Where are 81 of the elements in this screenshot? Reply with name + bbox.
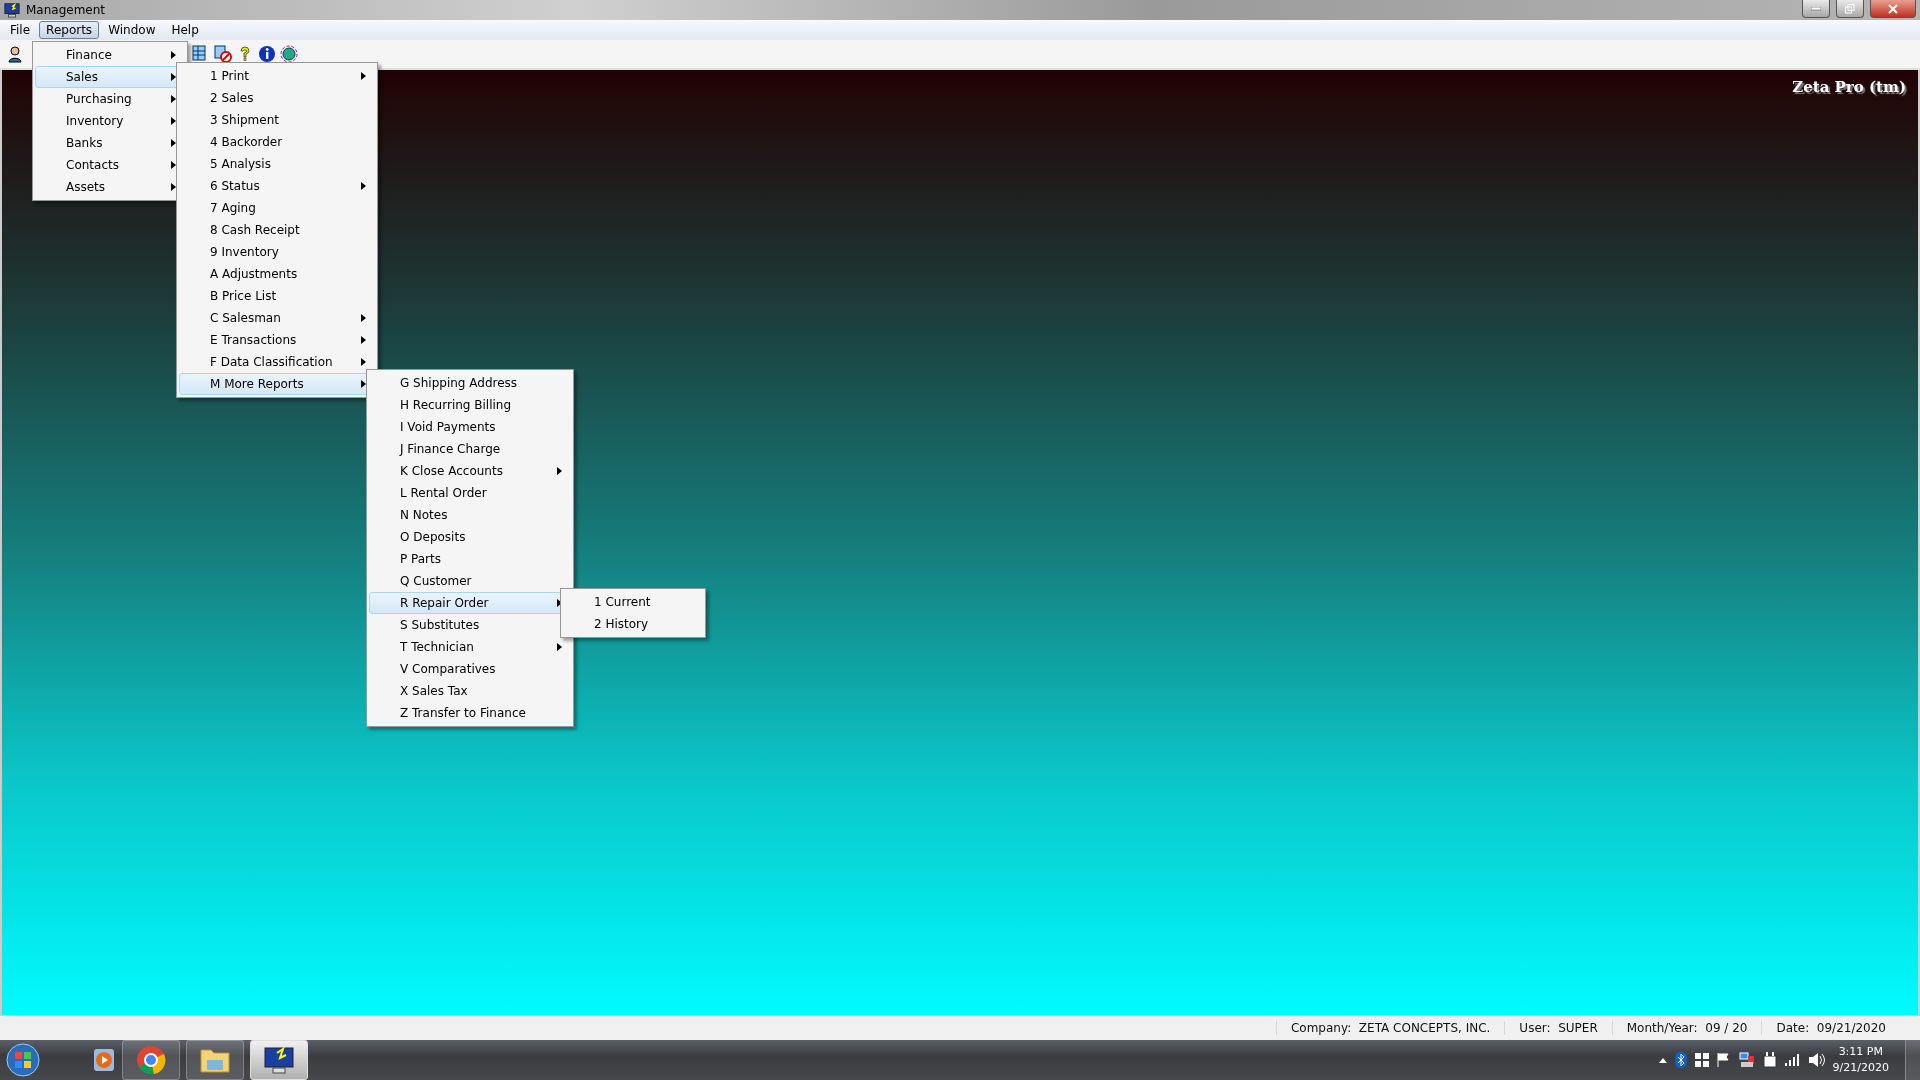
clock[interactable]: 3:11 PM 9/21/2020 (1832, 1044, 1889, 1076)
status-field: User: SUPER (1504, 1021, 1612, 1035)
menu-item[interactable]: L Rental Order (369, 482, 571, 504)
menu-item[interactable]: 6 Status (179, 175, 375, 197)
submenu-arrow-icon (171, 117, 176, 125)
submenu-arrow-icon (361, 72, 366, 80)
menu-bar-item[interactable]: Reports (39, 21, 100, 39)
submenu-arrow-icon (361, 182, 366, 190)
restore-button[interactable] (1836, 0, 1864, 18)
submenu-arrow-icon (557, 467, 562, 475)
media-player-icon[interactable] (92, 1047, 116, 1073)
close-button[interactable] (1870, 0, 1916, 18)
start-orb-icon[interactable] (6, 1043, 40, 1077)
windows-flag-icon[interactable] (1694, 1053, 1709, 1067)
status-field: Month/Year: 09 / 20 (1611, 1021, 1762, 1035)
menu-item[interactable]: E Transactions (179, 329, 375, 351)
menu-item[interactable]: T Technician (369, 636, 571, 658)
brand-name: Zeta Pro (tm) (1792, 78, 1906, 96)
menu-item[interactable]: V Comparatives (369, 658, 571, 680)
status-field: Date: 09/21/2020 (1761, 1021, 1900, 1035)
tray-expand-icon[interactable] (1658, 1057, 1667, 1063)
menu-item[interactable]: J Finance Charge (369, 438, 571, 460)
globe-icon[interactable] (280, 45, 298, 63)
bluetooth-icon[interactable] (1674, 1052, 1687, 1068)
restore-icon (1845, 3, 1855, 14)
submenu-arrow-icon (171, 73, 176, 81)
menu-item[interactable]: C Salesman (179, 307, 375, 329)
submenu-arrow-icon (171, 183, 176, 191)
speaker-icon[interactable] (1808, 1053, 1825, 1067)
submenu-arrow-icon (361, 358, 366, 366)
menu-item[interactable]: A Adjustments (179, 263, 375, 285)
person-icon[interactable] (6, 45, 24, 63)
submenu-arrow-icon (557, 599, 562, 607)
menu-item[interactable]: I Void Payments (369, 416, 571, 438)
menu-item[interactable]: K Close Accounts (369, 460, 571, 482)
menu-item[interactable]: Z Transfer to Finance (369, 702, 571, 724)
menu-item[interactable]: 8 Cash Receipt (179, 219, 375, 241)
menu-item[interactable]: B Price List (179, 285, 375, 307)
submenu-arrow-icon (171, 95, 176, 103)
menu-bar-item[interactable]: Window (101, 21, 163, 39)
app-taskbar-button[interactable] (250, 1040, 308, 1080)
submenu-arrow-icon (171, 161, 176, 169)
folder-icon (199, 1046, 231, 1074)
menu-item[interactable]: 7 Aging (179, 197, 375, 219)
menu-item[interactable]: 9 Inventory (179, 241, 375, 263)
minimize-button[interactable] (1802, 0, 1830, 18)
menu-item[interactable]: Q Customer (369, 570, 571, 592)
menu-item[interactable]: 4 Backorder (179, 131, 375, 153)
signal-bars-icon[interactable] (1784, 1054, 1801, 1066)
menu-item[interactable]: X Sales Tax (369, 680, 571, 702)
menu-item[interactable]: O Deposits (369, 526, 571, 548)
submenu-arrow-icon (361, 380, 366, 388)
submenu-arrow-icon (171, 51, 176, 59)
menu-item[interactable]: H Recurring Billing (369, 394, 571, 416)
info-icon[interactable] (258, 45, 276, 63)
submenu-arrow-icon (557, 643, 562, 651)
status-field: Company: ZETA CONCEPTS, INC. (1275, 1021, 1505, 1035)
round-browser-icon (136, 1045, 166, 1075)
network-computer-icon[interactable] (1738, 1052, 1755, 1068)
close-icon (1888, 3, 1898, 14)
flag-icon[interactable] (1716, 1053, 1731, 1067)
power-plug-icon[interactable] (1762, 1052, 1777, 1068)
menu-item[interactable]: P Parts (369, 548, 571, 570)
menu-item[interactable]: Finance (35, 44, 185, 66)
menu-item[interactable]: 3 Shipment (179, 109, 375, 131)
window-title: Management (26, 3, 106, 17)
monitor-icon (263, 1045, 295, 1075)
menu-item[interactable]: N Notes (369, 504, 571, 526)
menu-bar-item[interactable]: Help (164, 21, 206, 39)
menu-item[interactable]: 2 Sales (179, 87, 375, 109)
menu-bar-item[interactable]: File (3, 21, 38, 39)
menu-item[interactable]: F Data Classification (179, 351, 375, 373)
browser-taskbar-button[interactable] (122, 1040, 180, 1080)
submenu-arrow-icon (361, 336, 366, 344)
menu-item[interactable]: 2 History (563, 613, 703, 635)
submenu-arrow-icon (361, 314, 366, 322)
minimize-icon (1811, 6, 1821, 11)
menu-item[interactable]: 5 Analysis (179, 153, 375, 175)
folder-taskbar-button[interactable] (186, 1040, 244, 1080)
app-monitor-icon (4, 2, 20, 18)
submenu-arrow-icon (171, 139, 176, 147)
